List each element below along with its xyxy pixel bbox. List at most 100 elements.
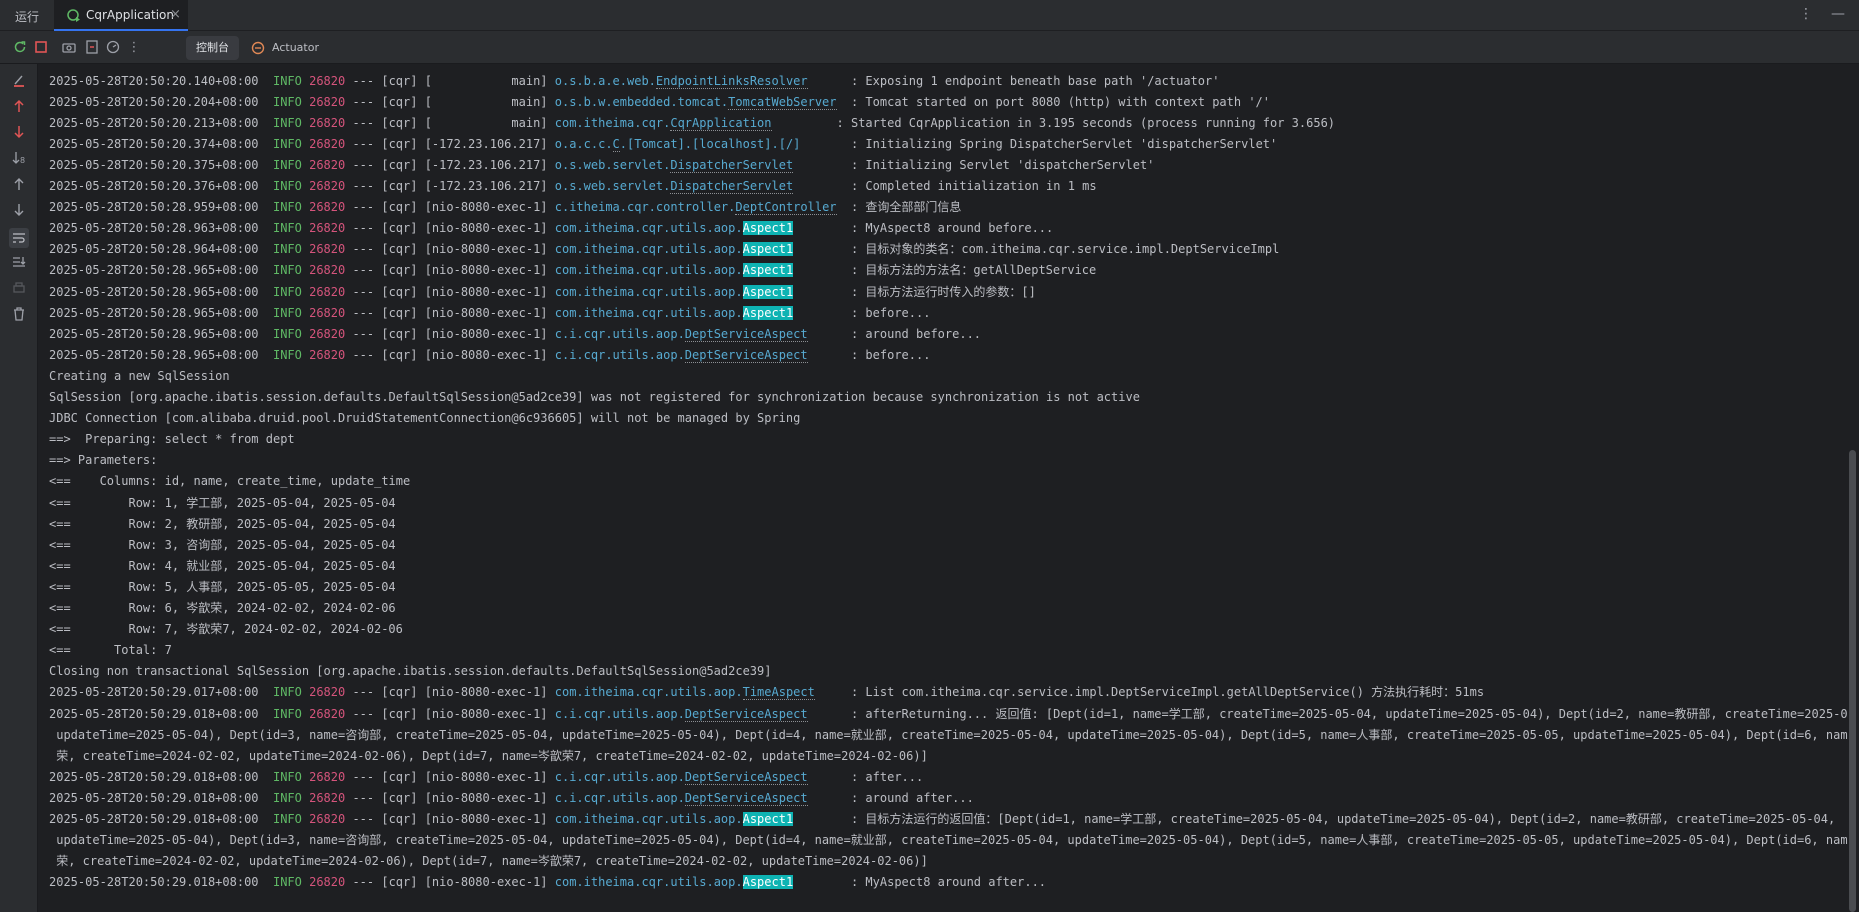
log-logger: o.s.web.servlet.DispatcherServlet [555, 157, 794, 173]
logger-suffix: .[Tomcat].[localhost].[/] [619, 136, 801, 151]
logger-class-link: DeptServiceAspect [684, 706, 808, 722]
console-output[interactable]: 2025-05-28T20:50:20.140+08:00 INFO 26820… [38, 64, 1848, 912]
console-text: ==> Parameters: [49, 453, 165, 468]
log-thread: --- [cqr] [nio-8080-exec-1] [345, 875, 555, 890]
log-line: 2025-05-28T20:50:20.204+08:00 INFO 26820… [49, 92, 1270, 113]
logger-class-link: DeptServiceAspect [684, 790, 808, 806]
run-tab-cqr-application[interactable]: CqrApplication × [54, 0, 188, 31]
log-gap [259, 242, 273, 256]
logger-package: com.itheima.cqr.utils.aop. [554, 685, 743, 700]
log-gap [259, 263, 273, 277]
tool-window-header: 运行 CqrApplication × ⋮ — [0, 0, 1859, 31]
log-timestamp: 2025-05-28T20:50:28.963+08:00 [49, 221, 259, 236]
minimize-icon[interactable]: — [1831, 6, 1845, 22]
vertical-scrollbar[interactable] [1849, 450, 1856, 912]
log-line: 2025-05-28T20:50:28.965+08:00 INFO 26820… [49, 345, 930, 366]
log-gap [259, 770, 273, 784]
log-thread: --- [cqr] [nio-8080-exec-1] [345, 706, 555, 721]
sort-icon[interactable]: 8 [11, 150, 27, 166]
log-thread: --- [cqr] [nio-8080-exec-1] [345, 790, 555, 805]
log-gap [259, 158, 273, 172]
logger-class-highlighted: Aspect1 [742, 284, 794, 299]
log-thread: --- [cqr] [nio-8080-exec-1] [345, 769, 555, 784]
console-text: SqlSession [org.apache.ibatis.session.de… [49, 390, 1140, 404]
dump-threads-icon[interactable] [84, 39, 100, 55]
log-pad [800, 137, 851, 151]
log-gap [259, 327, 273, 341]
console-text-line: <== Total: 7 [49, 640, 172, 661]
next-error-icon[interactable] [11, 124, 27, 140]
log-thread: --- [cqr] [nio-8080-exec-1] [345, 347, 555, 362]
log-pad [808, 348, 851, 362]
log-thread: --- [cqr] [nio-8080-exec-1] [345, 326, 555, 341]
log-message: : 目标方法运行时传入的参数：[] [850, 284, 1036, 299]
log-pid: 26820 [309, 769, 346, 784]
log-pad [793, 242, 851, 256]
console-text-line: ==> Preparing: select * from dept [49, 429, 295, 450]
log-level: INFO [272, 326, 302, 341]
soft-wrap-icon[interactable] [9, 228, 29, 248]
log-line: 2025-05-28T20:50:20.376+08:00 INFO 26820… [49, 176, 1097, 197]
log-message: : Initializing Servlet 'dispatcherServle… [850, 157, 1155, 172]
logger-class-highlighted: Aspect1 [742, 305, 794, 320]
log-pid: 26820 [309, 94, 346, 109]
trash-icon[interactable] [11, 306, 27, 322]
logger-package: com.itheima.cqr.utils.aop. [554, 875, 743, 890]
camera-icon[interactable] [61, 39, 77, 55]
log-pid: 26820 [309, 347, 346, 362]
log-message: : 目标对象的类名：com.itheima.cqr.service.impl.D… [850, 242, 1280, 257]
tab-actuator[interactable]: Actuator [262, 36, 329, 60]
log-thread: --- [cqr] [ main] [345, 73, 555, 88]
log-logger: c.i.cqr.utils.aop.DeptServiceAspect [555, 769, 808, 785]
log-logger: com.itheima.cqr.utils.aop.TimeAspect [554, 685, 815, 701]
console-text-line: <== Row: 7, 岑歆荣7, 2024-02-02, 2024-02-06 [49, 619, 403, 640]
log-level: INFO [272, 200, 302, 215]
log-message: : Exposing 1 endpoint beneath base path … [850, 73, 1220, 88]
log-pad [808, 74, 851, 88]
profiler-icon[interactable] [105, 39, 121, 55]
run-tool-window-title: 运行 [15, 10, 40, 24]
log-timestamp: 2025-05-28T20:50:28.965+08:00 [49, 326, 259, 341]
log-timestamp: 2025-05-28T20:50:28.965+08:00 [49, 263, 259, 278]
log-line: 2025-05-28T20:50:29.018+08:00 INFO 26820… [49, 872, 1046, 893]
tab-console[interactable]: 控制台 [186, 36, 239, 60]
close-tab-icon[interactable]: × [170, 7, 181, 22]
console-text: updateTime=2025-05-04), Dept(id=3, name=… [49, 833, 1848, 848]
log-pid: 26820 [309, 115, 346, 130]
log-gap [259, 707, 273, 721]
logger-package: com.itheima.cqr.utils.aop. [554, 221, 743, 236]
console-text: ==> Preparing: select * from dept [49, 432, 295, 447]
log-gap [259, 74, 273, 88]
console-text-line: Closing non transactional SqlSession [or… [49, 661, 771, 682]
more-options-icon[interactable]: ⋮ [1799, 6, 1813, 22]
log-pad [815, 685, 851, 699]
log-thread: --- [cqr] [nio-8080-exec-1] [345, 221, 555, 236]
log-message: : MyAspect8 around before... [850, 221, 1054, 236]
log-message: : Initializing Spring DispatcherServlet … [850, 136, 1278, 151]
more-actions-icon[interactable]: ⋮ [126, 39, 142, 55]
print-icon[interactable] [11, 280, 27, 296]
logger-package: o.s.b.a.e.web. [554, 73, 656, 88]
log-timestamp: 2025-05-28T20:50:28.965+08:00 [49, 347, 259, 362]
scroll-to-end-icon[interactable] [11, 254, 27, 270]
logger-class-highlighted: Aspect1 [742, 242, 794, 257]
log-message: : before... [850, 305, 931, 320]
log-line: 2025-05-28T20:50:29.017+08:00 INFO 26820… [49, 682, 1484, 703]
logger-class-link: DispatcherServlet [670, 157, 794, 173]
previous-error-icon[interactable] [11, 98, 27, 114]
up-arrow-icon[interactable] [11, 176, 27, 192]
down-arrow-icon[interactable] [11, 202, 27, 218]
logger-package: o.s.web.servlet. [554, 179, 671, 193]
log-thread: --- [cqr] [ main] [345, 115, 555, 130]
log-level: INFO [272, 94, 302, 109]
log-logger: com.itheima.cqr.utils.aop.Aspect1 [555, 284, 794, 299]
log-pid: 26820 [309, 179, 346, 193]
clear-hyperlinks-icon[interactable] [11, 72, 27, 88]
log-pad [793, 306, 851, 320]
log-message: : Completed initialization in 1 ms [850, 179, 1097, 193]
log-thread: --- [cqr] [ main] [345, 94, 555, 109]
rerun-icon[interactable] [12, 39, 28, 55]
stop-icon[interactable] [33, 39, 49, 55]
log-line: 2025-05-28T20:50:20.375+08:00 INFO 26820… [49, 155, 1154, 176]
log-pid: 26820 [309, 685, 346, 700]
